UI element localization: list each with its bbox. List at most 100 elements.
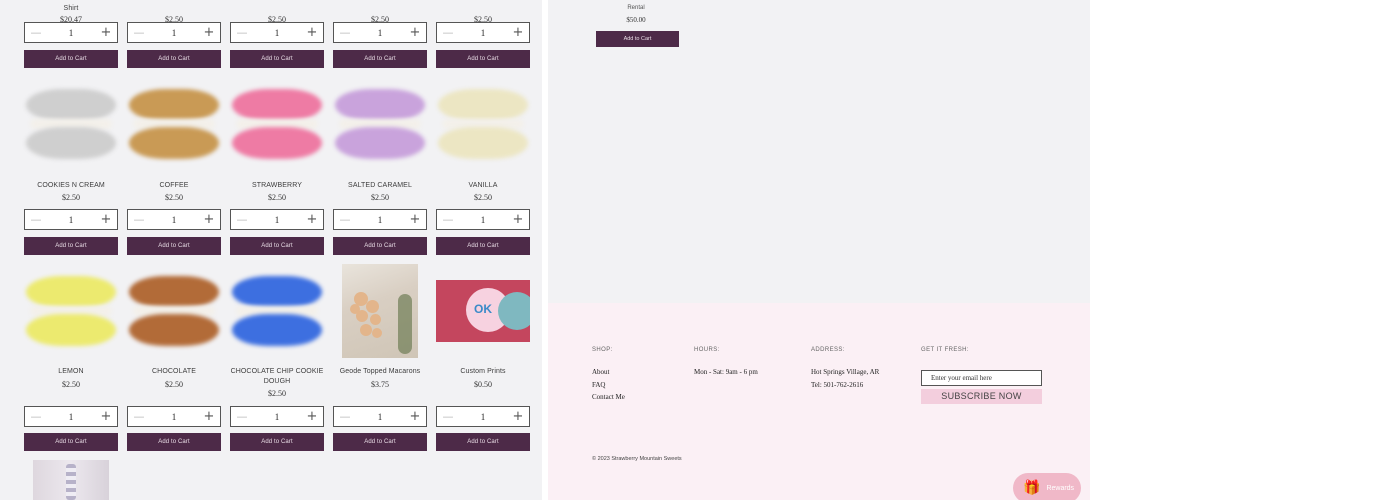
- quantity-stepper[interactable]: — 1 +: [230, 22, 324, 43]
- add-to-cart-button[interactable]: Add to Cart: [127, 237, 221, 255]
- quantity-value[interactable]: 1: [378, 412, 383, 422]
- quantity-value[interactable]: 1: [172, 412, 177, 422]
- plus-icon[interactable]: +: [99, 407, 113, 426]
- product-image[interactable]: [230, 89, 324, 159]
- product-image[interactable]: [127, 89, 221, 159]
- minus-icon[interactable]: —: [338, 210, 352, 229]
- minus-icon[interactable]: —: [29, 407, 43, 426]
- rewards-button[interactable]: 🎁 Rewards: [1013, 473, 1081, 500]
- quantity-stepper[interactable]: — 1 +: [127, 209, 221, 230]
- quantity-value[interactable]: 1: [69, 215, 74, 225]
- add-to-cart-button[interactable]: Add to Cart: [127, 50, 221, 68]
- product-title[interactable]: VANILLA: [430, 181, 536, 191]
- product-image[interactable]: [24, 276, 118, 346]
- product-title[interactable]: Custom Prints: [430, 367, 536, 377]
- product-title[interactable]: COFFEE: [121, 181, 227, 191]
- product-image[interactable]: [33, 460, 109, 500]
- product-image[interactable]: OK: [436, 280, 530, 342]
- footer-link-contact[interactable]: Contact Me: [592, 393, 625, 401]
- minus-icon[interactable]: —: [132, 210, 146, 229]
- subscribe-button[interactable]: SUBSCRIBE NOW: [921, 389, 1042, 404]
- quantity-stepper[interactable]: — 1 +: [436, 406, 530, 427]
- minus-icon[interactable]: —: [132, 23, 146, 42]
- minus-icon[interactable]: —: [338, 23, 352, 42]
- quantity-stepper[interactable]: — 1 +: [333, 209, 427, 230]
- minus-icon[interactable]: —: [441, 210, 455, 229]
- add-to-cart-button[interactable]: Add to Cart: [333, 237, 427, 255]
- plus-icon[interactable]: +: [408, 23, 422, 42]
- plus-icon[interactable]: +: [305, 210, 319, 229]
- quantity-value[interactable]: 1: [275, 28, 280, 38]
- minus-icon[interactable]: —: [132, 407, 146, 426]
- minus-icon[interactable]: —: [29, 210, 43, 229]
- quantity-value[interactable]: 1: [481, 412, 486, 422]
- plus-icon[interactable]: +: [305, 23, 319, 42]
- plus-icon[interactable]: +: [511, 407, 525, 426]
- quantity-stepper[interactable]: — 1 +: [127, 22, 221, 43]
- plus-icon[interactable]: +: [202, 210, 216, 229]
- quantity-value[interactable]: 1: [172, 28, 177, 38]
- plus-icon[interactable]: +: [511, 210, 525, 229]
- quantity-value[interactable]: 1: [481, 215, 486, 225]
- add-to-cart-button[interactable]: Add to Cart: [333, 433, 427, 451]
- footer-link-faq[interactable]: FAQ: [592, 381, 605, 389]
- quantity-stepper[interactable]: — 1 +: [230, 406, 324, 427]
- minus-icon[interactable]: —: [235, 407, 249, 426]
- email-input[interactable]: Enter your email here: [921, 370, 1042, 386]
- quantity-value[interactable]: 1: [378, 28, 383, 38]
- product-title[interactable]: COOKIES N CREAM: [18, 181, 124, 191]
- product-title[interactable]: LEMON: [18, 367, 124, 377]
- add-to-cart-button[interactable]: Add to Cart: [24, 237, 118, 255]
- minus-icon[interactable]: —: [235, 23, 249, 42]
- quantity-value[interactable]: 1: [275, 215, 280, 225]
- quantity-value[interactable]: 1: [481, 28, 486, 38]
- add-to-cart-button[interactable]: Add to Cart: [436, 433, 530, 451]
- add-to-cart-button[interactable]: Add to Cart: [230, 50, 324, 68]
- product-image[interactable]: [333, 89, 427, 159]
- add-to-cart-button[interactable]: Add to Cart: [230, 237, 324, 255]
- add-to-cart-button[interactable]: Add to Cart: [24, 50, 118, 68]
- quantity-value[interactable]: 1: [172, 215, 177, 225]
- product-title[interactable]: STRAWBERRY: [224, 181, 330, 191]
- product-image[interactable]: [24, 89, 118, 159]
- add-to-cart-button[interactable]: Add to Cart: [24, 433, 118, 451]
- product-image[interactable]: [436, 89, 530, 159]
- quantity-value[interactable]: 1: [378, 215, 383, 225]
- product-image[interactable]: [127, 276, 221, 346]
- quantity-stepper[interactable]: — 1 +: [230, 209, 324, 230]
- quantity-stepper[interactable]: — 1 +: [24, 22, 118, 43]
- product-title[interactable]: CHOCOLATE: [121, 367, 227, 377]
- plus-icon[interactable]: +: [408, 210, 422, 229]
- add-to-cart-button[interactable]: Add to Cart: [436, 50, 530, 68]
- quantity-stepper[interactable]: — 1 +: [24, 406, 118, 427]
- add-to-cart-button[interactable]: Add to Cart: [436, 237, 530, 255]
- product-title[interactable]: Geode Topped Macarons: [327, 367, 433, 377]
- quantity-stepper[interactable]: — 1 +: [436, 209, 530, 230]
- add-to-cart-button[interactable]: Add to Cart: [333, 50, 427, 68]
- minus-icon[interactable]: —: [235, 210, 249, 229]
- plus-icon[interactable]: +: [202, 23, 216, 42]
- product-image[interactable]: [230, 276, 324, 346]
- plus-icon[interactable]: +: [202, 407, 216, 426]
- rental-add-to-cart-button[interactable]: Add to Cart: [596, 31, 679, 47]
- minus-icon[interactable]: —: [441, 407, 455, 426]
- quantity-stepper[interactable]: — 1 +: [24, 209, 118, 230]
- plus-icon[interactable]: +: [511, 23, 525, 42]
- plus-icon[interactable]: +: [99, 23, 113, 42]
- product-image[interactable]: [342, 264, 418, 358]
- product-title[interactable]: CHOCOLATE CHIP COOKIE DOUGH: [224, 367, 330, 387]
- quantity-stepper[interactable]: — 1 +: [333, 406, 427, 427]
- product-title[interactable]: SALTED CARAMEL: [327, 181, 433, 191]
- quantity-stepper[interactable]: — 1 +: [333, 22, 427, 43]
- plus-icon[interactable]: +: [99, 210, 113, 229]
- product-title[interactable]: Shirt: [18, 4, 124, 14]
- quantity-stepper[interactable]: — 1 +: [436, 22, 530, 43]
- plus-icon[interactable]: +: [305, 407, 319, 426]
- add-to-cart-button[interactable]: Add to Cart: [230, 433, 324, 451]
- minus-icon[interactable]: —: [29, 23, 43, 42]
- footer-link-about[interactable]: About: [592, 368, 610, 376]
- quantity-value[interactable]: 1: [69, 28, 74, 38]
- plus-icon[interactable]: +: [408, 407, 422, 426]
- add-to-cart-button[interactable]: Add to Cart: [127, 433, 221, 451]
- minus-icon[interactable]: —: [338, 407, 352, 426]
